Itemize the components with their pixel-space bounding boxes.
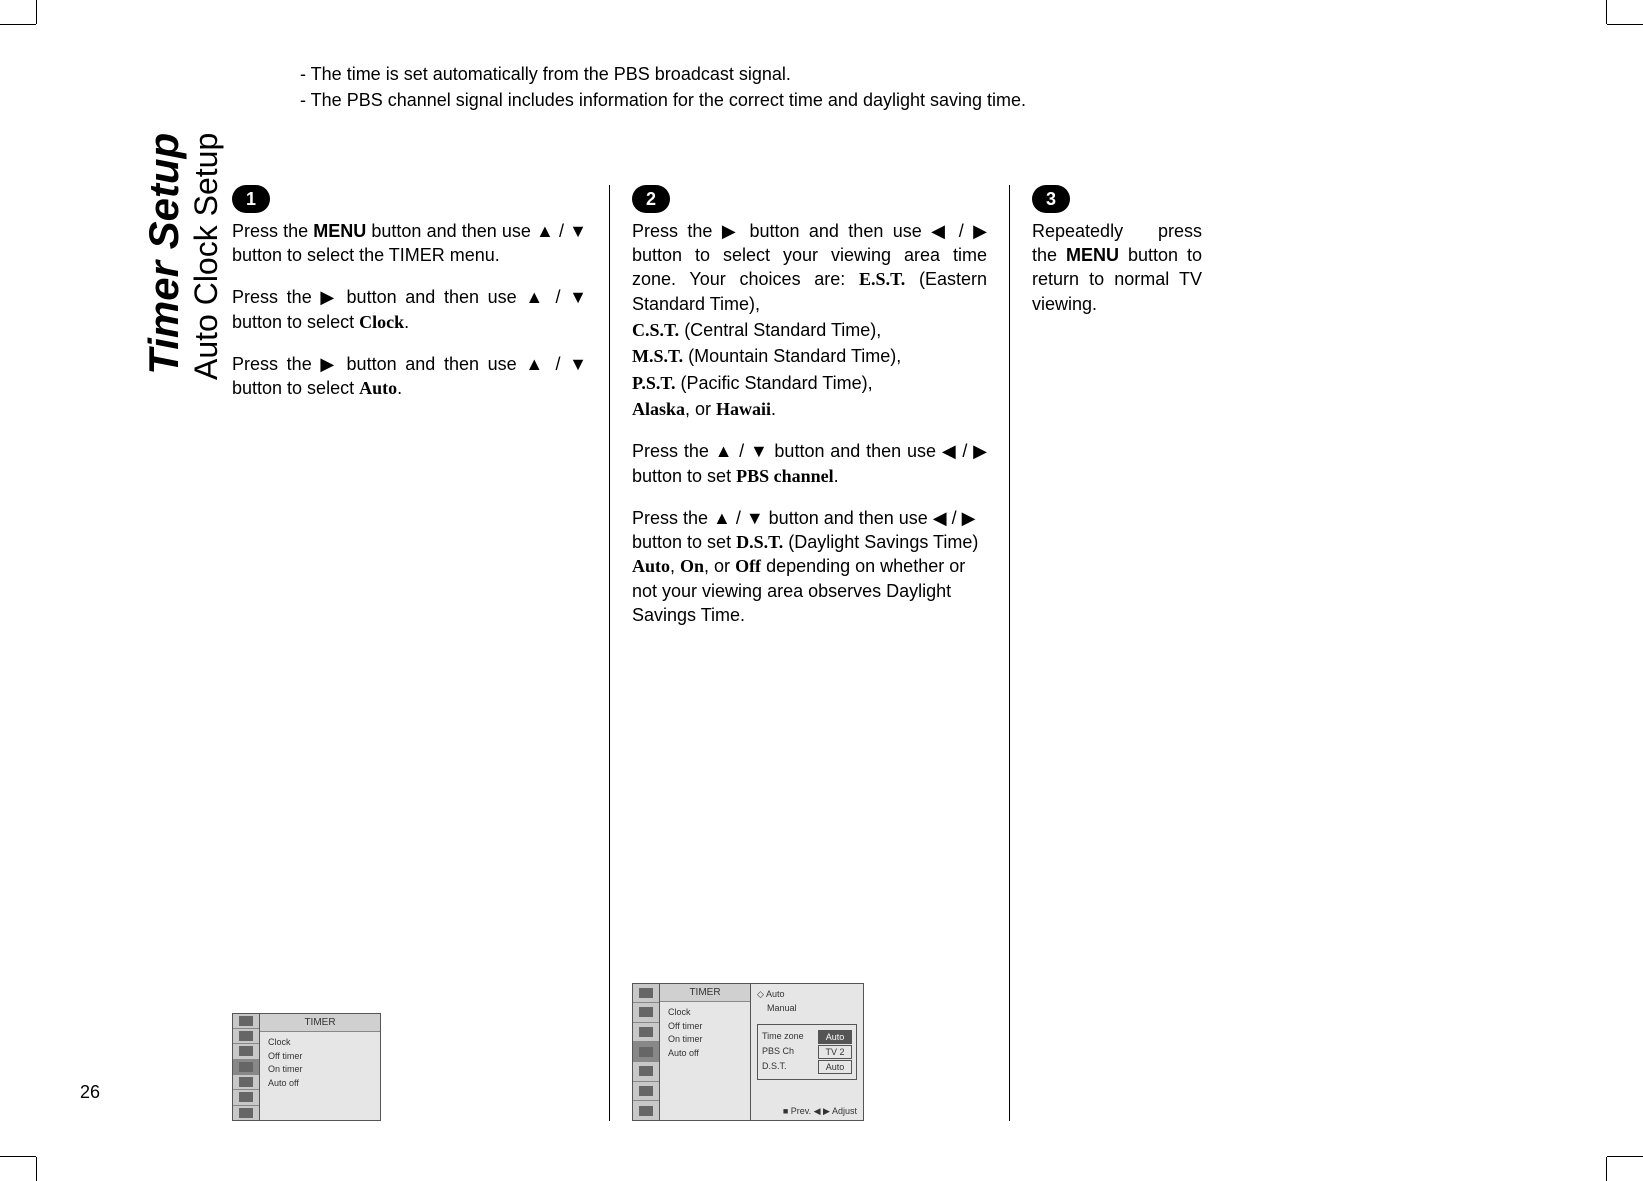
osd-icon [639,1086,653,1096]
step-3-badge: 3 [1032,185,1070,213]
osd-icon [239,1062,253,1072]
osd1-item: Auto off [268,1077,372,1091]
step-1-para-2: Press the ▶ button and then use ▲ / ▼ bu… [232,285,587,334]
osd-icon [639,988,653,998]
step-2-para-6: Press the ▲ / ▼ button and then use ◀ / … [632,439,987,488]
osd2-subpanel: Time zoneAuto PBS ChTV 2 D.S.T.Auto [757,1024,857,1080]
side-title: Timer Setup Auto Clock Setup [80,60,210,1121]
step-2-para-1: Press the ▶ button and then use ◀ / ▶ bu… [632,219,987,316]
step-2-badge: 2 [632,185,670,213]
step-1-column: 1 Press the MENU button and then use ▲ /… [210,185,610,1121]
intro-line-2: - The PBS channel signal includes inform… [300,88,1563,112]
osd-icon [239,1031,253,1041]
osd-icon [239,1092,253,1102]
title-main: Timer Setup [140,133,188,380]
osd-diagram-2: TIMER Clock Off timer On timer Auto off … [632,983,864,1122]
osd-icon [239,1046,253,1056]
osd2-item: Auto off [668,1047,742,1061]
osd1-item: On timer [268,1063,372,1077]
step-2-column: 2 Press the ▶ button and then use ◀ / ▶ … [610,185,1010,1121]
osd-icon [239,1077,253,1087]
step-3-column: 3 Repeatedly press the MENU button to re… [1010,185,1224,1121]
osd2-mode-manual: Manual [757,1002,857,1014]
step-1-badge: 1 [232,185,270,213]
step-1-para-1: Press the MENU button and then use ▲ / ▼… [232,219,587,268]
osd2-header: TIMER [660,984,750,1003]
osd2-item: On timer [668,1033,742,1047]
osd2-item: Off timer [668,1020,742,1034]
osd-icon [639,1047,653,1057]
intro-block: - The time is set automatically from the… [300,60,1563,115]
osd-icon [639,1106,653,1116]
step-2-para-3: M.S.T. (Mountain Standard Time), [632,344,987,368]
osd-icon [239,1108,253,1118]
osd2-footer: ■ Prev. ◀ ▶ Adjust [783,1105,857,1117]
osd2-mode-auto: ◇ Auto [757,988,857,1000]
step-2-para-5: Alaska, or Hawaii. [632,397,987,421]
osd1-item: Off timer [268,1050,372,1064]
intro-line-1: - The time is set automatically from the… [300,62,1563,86]
osd1-item: Clock [268,1036,372,1050]
step-1-para-3: Press the ▶ button and then use ▲ / ▼ bu… [232,352,587,401]
osd1-header: TIMER [260,1014,380,1033]
page-content: Timer Setup Auto Clock Setup - The time … [80,60,1563,1121]
step-3-para: Repeatedly press the MENU button to retu… [1032,219,1202,316]
page-number: 26 [80,1082,100,1103]
step-2-para-7: Press the ▲ / ▼ button and then use ◀ / … [632,506,987,627]
osd-icon [239,1016,253,1026]
osd-icon [639,1007,653,1017]
osd2-item: Clock [668,1006,742,1020]
step-2-para-2: C.S.T. (Central Standard Time), [632,318,987,342]
osd-icon [639,1027,653,1037]
osd-icon [639,1066,653,1076]
step-2-para-4: P.S.T. (Pacific Standard Time), [632,371,987,395]
osd-diagram-1: TIMER Clock Off timer On timer Auto off [232,1013,381,1122]
